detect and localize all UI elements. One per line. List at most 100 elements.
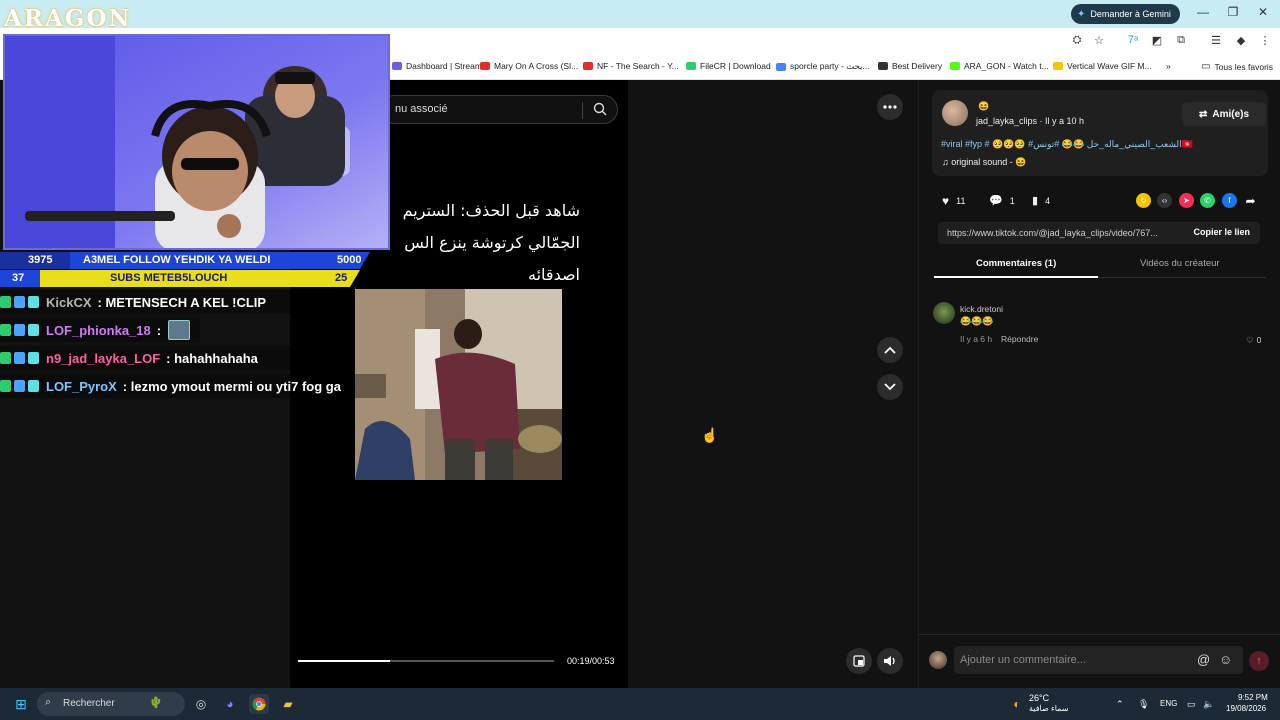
post-hashtags[interactable]: #viral #fyp # 🥺🥺🥺 #الشعب_الصيني_ماله_حل … <box>941 139 1193 150</box>
author-name[interactable]: jad_layka_clips · Il y a 10 h <box>976 116 1084 126</box>
chevron-down-icon <box>884 383 896 391</box>
video-time: 00:19/00:53 <box>567 656 615 666</box>
friends-button[interactable]: ⇄ Ami(e)s <box>1182 102 1266 126</box>
chat-message: n9_jad_layka_LOF: hahahhahaha <box>0 346 292 370</box>
previous-video-button[interactable] <box>877 337 903 363</box>
media-icon[interactable]: ☰ <box>1207 34 1225 47</box>
caption-line: شاهد قبل الحذف: الستريم <box>402 201 580 220</box>
chat-username[interactable]: LOF_phionka_18 <box>46 323 151 338</box>
embed-icon[interactable]: ‹› <box>1157 193 1172 208</box>
puzzle-icon[interactable]: ⧉ <box>1172 34 1190 47</box>
weather-desc: سماء صافية <box>1029 704 1069 713</box>
miniplayer-icon[interactable] <box>846 648 872 674</box>
widget-landscape-icon: 🌵 <box>149 697 163 709</box>
network-icon[interactable]: ▭ <box>1187 699 1196 710</box>
search-placeholder: nu associé <box>395 103 448 115</box>
chat-badge-icon <box>0 352 11 364</box>
comment-count-button[interactable]: 💬 1 <box>989 194 1015 207</box>
bookmark-item[interactable]: FileCR | Download <box>686 61 771 71</box>
microphone-icon[interactable]: 🎙 <box>1138 699 1149 710</box>
chat-message: KickCX: METENSECH A KEL !CLIP <box>0 290 290 314</box>
bookmark-favicon-icon <box>392 62 402 70</box>
bookmark-favicon-icon <box>950 62 960 70</box>
swap-icon: ⇄ <box>1198 108 1208 120</box>
translate-icon[interactable]: ⛭ <box>1068 34 1086 47</box>
tab-comments[interactable]: Commentaires (1) <box>976 258 1056 269</box>
save-button[interactable]: ▮ 4 <box>1032 194 1050 207</box>
all-bookmarks[interactable]: ▭ Tous les favoris <box>1201 61 1273 72</box>
bookmark-item[interactable]: sporcle party - بحث... <box>776 61 870 72</box>
bookmark-item[interactable]: NF - The Search - Y... <box>583 61 679 71</box>
commenter-avatar[interactable] <box>933 302 955 324</box>
video-progress-fill <box>298 660 391 662</box>
chat-username[interactable]: n9_jad_layka_LOF <box>46 351 160 366</box>
bookmark-item[interactable]: Vertical Wave GIF M... <box>1053 61 1152 71</box>
language-indicator[interactable]: ENG <box>1160 699 1177 708</box>
goal-bars: 3975 A3MEL FOLLOW YEHDIK YA WELDI 5000 3… <box>0 251 370 288</box>
comment-input[interactable]: Ajouter un commentaire... @ ☺ <box>954 646 1243 674</box>
minimize-icon[interactable]: — <box>1191 5 1215 19</box>
comment-like-button[interactable]: ♡ 0 <box>1246 335 1261 346</box>
menu-icon[interactable]: ⋮ <box>1256 34 1274 47</box>
bookmark-favicon-icon <box>1053 62 1063 70</box>
copy-link-button[interactable]: Copier le lien <box>1193 227 1250 237</box>
search-icon[interactable] <box>593 102 607 116</box>
chrome-icon[interactable] <box>249 694 269 714</box>
more-options-icon[interactable] <box>877 94 903 120</box>
next-video-button[interactable] <box>877 374 903 400</box>
close-icon[interactable]: ✕ <box>1251 5 1275 19</box>
tab-creator-videos[interactable]: Vidéos du créateur <box>1140 258 1220 269</box>
discord-icon[interactable]: ◕ <box>220 694 240 714</box>
share-arrow-icon[interactable]: ➦ <box>1243 193 1258 208</box>
restore-icon[interactable]: ❐ <box>1221 5 1245 19</box>
task-view-icon[interactable]: ◎ <box>191 694 211 714</box>
reply-button[interactable]: Répondre <box>1001 334 1038 344</box>
screenshot-icon[interactable]: ◩ <box>1148 34 1166 47</box>
send-share-icon[interactable]: ➤ <box>1179 193 1194 208</box>
bookmark-favicon-icon <box>776 62 786 71</box>
like-button[interactable]: ♥ 11 <box>942 194 965 208</box>
repost-icon[interactable]: ↻ <box>1136 193 1151 208</box>
speaker-icon[interactable]: 🔈 <box>1203 699 1214 710</box>
send-comment-button[interactable]: ↑ <box>1249 651 1269 671</box>
gemini-button[interactable]: ✦ Demander à Gemini <box>1071 4 1180 24</box>
tray-chevron-icon[interactable]: ⌃ <box>1116 699 1124 710</box>
profile-icon[interactable]: ◆ <box>1232 34 1250 47</box>
file-explorer-icon[interactable]: ▰ <box>278 694 298 714</box>
sub-goal-title: SUBS METEB5LOUCH <box>110 272 228 284</box>
volume-icon[interactable] <box>877 648 903 674</box>
video-progress-bar[interactable] <box>298 660 554 662</box>
more-bookmarks-icon[interactable]: » <box>1166 61 1171 71</box>
search-input[interactable]: nu associé <box>380 95 618 124</box>
facebook-icon[interactable]: f <box>1222 193 1237 208</box>
author-avatar[interactable] <box>942 100 968 126</box>
whatsapp-icon[interactable]: ✆ <box>1200 193 1215 208</box>
bookmark-star-icon[interactable]: ☆ <box>1090 34 1108 47</box>
taskbar-search[interactable]: ⌕ Rechercher 🌵 <box>37 692 185 716</box>
clock-date[interactable]: 19/08/2026 <box>1226 704 1266 713</box>
bookmark-item[interactable]: Best Delivery <box>878 61 942 71</box>
bookmark-label: Dashboard | Stream... <box>406 61 489 71</box>
bookmark-item[interactable]: ARA_GON - Watch t... <box>950 61 1049 71</box>
clock-time[interactable]: 9:52 PM <box>1238 693 1268 702</box>
emoji-icon[interactable]: ☺ <box>1219 652 1232 667</box>
chat-message: LOF_PyroX: lezmo ymout mermi ou yti7 fog… <box>0 374 386 398</box>
chat-username[interactable]: KickCX <box>46 295 92 310</box>
post-sound[interactable]: ♫ original sound - 😆 <box>942 157 1027 168</box>
chevron-up-icon <box>884 346 896 354</box>
commenter-name[interactable]: kick.dretoni <box>960 304 1003 314</box>
bookmark-item[interactable]: Dashboard | Stream... <box>392 61 489 71</box>
bookmark-item[interactable]: Mary On A Cross (Sl... <box>480 61 578 71</box>
share-link-box: https://www.tiktok.com/@jad_layka_clips/… <box>938 222 1260 244</box>
mention-icon[interactable]: @ <box>1197 652 1210 667</box>
url-input[interactable] <box>392 32 1120 52</box>
music-note-icon: ♫ <box>942 157 949 167</box>
bookmark-label: ARA_GON - Watch t... <box>964 61 1049 71</box>
windows-start-icon[interactable]: ⊞ <box>11 694 31 714</box>
share-url[interactable]: https://www.tiktok.com/@jad_layka_clips/… <box>947 228 1158 238</box>
chat-username[interactable]: LOF_PyroX <box>46 379 117 394</box>
chat-badge-icon <box>28 352 39 364</box>
chat-badge-icon <box>14 324 25 336</box>
extension-icon[interactable]: 7ᵃ <box>1124 34 1142 46</box>
follow-goal-current: 3975 <box>28 254 53 266</box>
